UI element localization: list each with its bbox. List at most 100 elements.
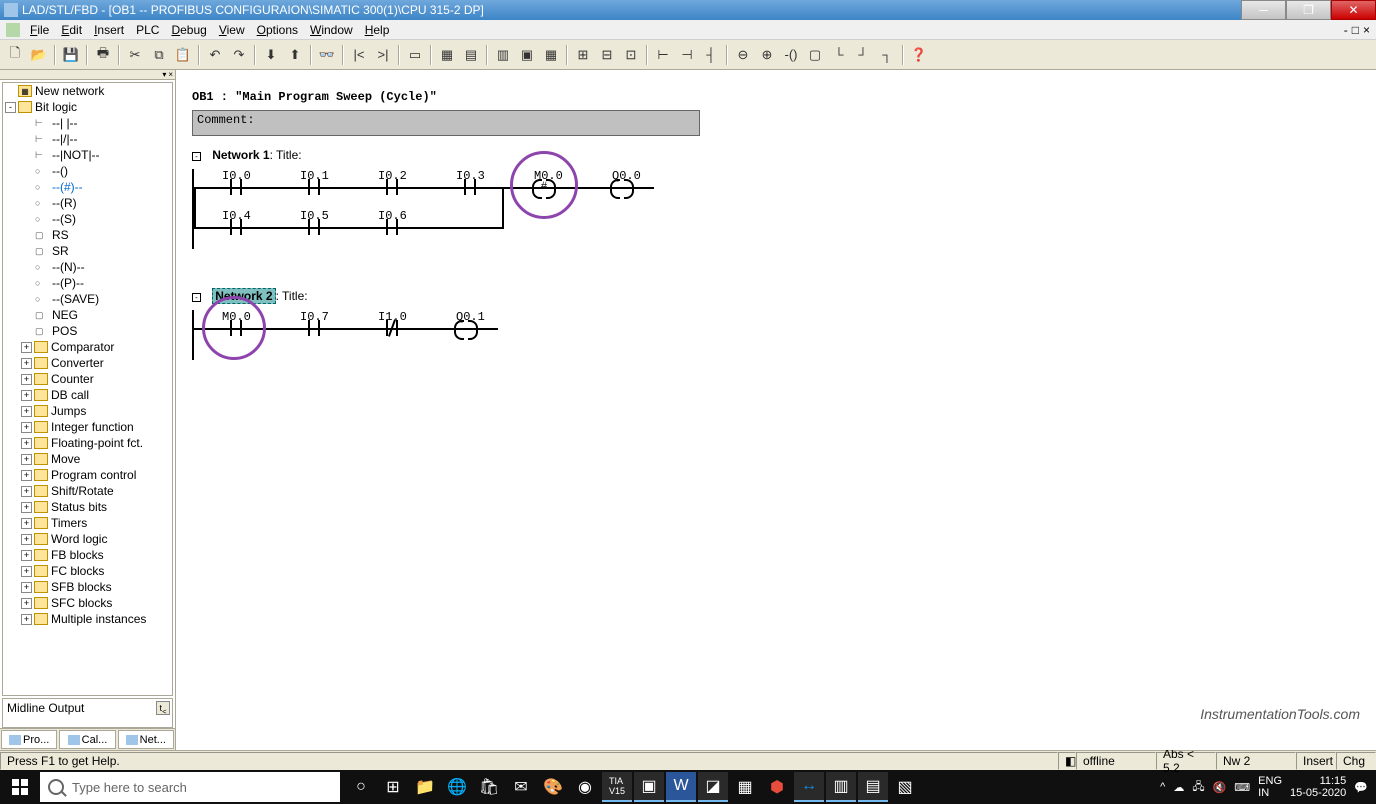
tia-icon[interactable]: TIAV15 bbox=[602, 772, 632, 802]
tree-bit-item[interactable]: ○--(P)-- bbox=[3, 275, 172, 291]
tb-download[interactable]: ⬇ bbox=[260, 44, 282, 66]
tb-view5[interactable]: ▦ bbox=[540, 44, 562, 66]
expand-icon[interactable]: + bbox=[21, 582, 32, 593]
app5-icon[interactable]: ▧ bbox=[890, 772, 920, 802]
tb-view4[interactable]: ▣ bbox=[516, 44, 538, 66]
expand-icon[interactable]: + bbox=[21, 550, 32, 561]
menu-debug[interactable]: Debug bbox=[165, 21, 212, 39]
tray-lang[interactable]: ENG IN bbox=[1258, 775, 1282, 799]
expand-icon[interactable]: + bbox=[21, 422, 32, 433]
expand-icon[interactable]: + bbox=[21, 470, 32, 481]
tab-program[interactable]: Pro... bbox=[1, 730, 57, 749]
tree-folder[interactable]: +Timers bbox=[3, 515, 172, 531]
menu-view[interactable]: View bbox=[213, 21, 251, 39]
tb-new[interactable]: 🗋 bbox=[4, 44, 26, 66]
tb-undo[interactable]: ↶ bbox=[204, 44, 226, 66]
network-2-header[interactable]: - Network 2: Title: bbox=[192, 289, 1360, 304]
app3-icon[interactable]: ▦ bbox=[730, 772, 760, 802]
tb-goto-prev[interactable]: |< bbox=[348, 44, 370, 66]
close-button[interactable]: ✕ bbox=[1331, 0, 1376, 20]
tree-bit-item[interactable]: ○--(SAVE) bbox=[3, 291, 172, 307]
sb-pin[interactable]: ▾ bbox=[162, 70, 166, 79]
tree-bit-item[interactable]: ⊢--|/|-- bbox=[3, 131, 172, 147]
expand-icon[interactable]: + bbox=[21, 342, 32, 353]
tb-open[interactable]: 📂 bbox=[28, 44, 50, 66]
tb-coil[interactable]: ⊖ bbox=[732, 44, 754, 66]
tree-bit-item[interactable]: ○--(#)-- bbox=[3, 179, 172, 195]
tb-goto-next[interactable]: >| bbox=[372, 44, 394, 66]
info-dropdown[interactable]: t< bbox=[156, 701, 170, 715]
tb-e2[interactable]: ⊟ bbox=[596, 44, 618, 66]
expand-icon[interactable]: + bbox=[21, 598, 32, 609]
teamviewer-icon[interactable]: ↔ bbox=[794, 772, 824, 802]
menu-window[interactable]: Window bbox=[304, 21, 359, 39]
tree-folder[interactable]: +Status bits bbox=[3, 499, 172, 515]
collapse-icon[interactable]: - bbox=[5, 102, 16, 113]
start-button[interactable] bbox=[0, 770, 40, 804]
tree-folder[interactable]: +FC blocks bbox=[3, 563, 172, 579]
tree-bit-item[interactable]: ⊢--| |-- bbox=[3, 115, 172, 131]
mdi-max[interactable]: □ bbox=[1352, 23, 1359, 37]
ladder-network-1[interactable]: I0.0 I0.1 I0.2 I0.3 M0.0 Q0.0 # I0.4 bbox=[192, 169, 672, 249]
store-icon[interactable]: 🛍 bbox=[474, 772, 504, 802]
tb-copy[interactable]: ⧉ bbox=[148, 44, 170, 66]
tray-onedrive-icon[interactable]: ☁ bbox=[1173, 781, 1184, 794]
expand-icon[interactable]: + bbox=[21, 454, 32, 465]
contact-i01[interactable] bbox=[302, 179, 326, 195]
tb-e1[interactable]: ⊞ bbox=[572, 44, 594, 66]
expand-icon[interactable]: + bbox=[21, 566, 32, 577]
tb-br3[interactable]: ┐ bbox=[876, 44, 898, 66]
taskview-icon[interactable]: ⊞ bbox=[378, 772, 408, 802]
contact-i10-nc[interactable] bbox=[380, 320, 404, 336]
contact-i07[interactable] bbox=[302, 320, 326, 336]
expand-icon[interactable]: + bbox=[21, 518, 32, 529]
tray-network-icon[interactable]: 🖧 bbox=[1192, 778, 1204, 797]
tree-folder[interactable]: +Jumps bbox=[3, 403, 172, 419]
tb-block[interactable]: ▭ bbox=[404, 44, 426, 66]
word-icon[interactable]: W bbox=[666, 772, 696, 802]
contact-i00[interactable] bbox=[224, 179, 248, 195]
tree-folder[interactable]: +Word logic bbox=[3, 531, 172, 547]
tray-up-icon[interactable]: ^ bbox=[1160, 781, 1165, 793]
expand-icon[interactable]: + bbox=[21, 486, 32, 497]
menu-plc[interactable]: PLC bbox=[130, 21, 165, 39]
tb-contact-nc[interactable]: ⊣ bbox=[676, 44, 698, 66]
tb-coil2[interactable]: ⊕ bbox=[756, 44, 778, 66]
expand-icon[interactable]: + bbox=[21, 390, 32, 401]
tree-new-network[interactable]: ▦ New network bbox=[3, 83, 172, 99]
coil-q01[interactable] bbox=[454, 320, 478, 336]
collapse-icon[interactable]: - bbox=[192, 152, 201, 161]
tree-folder[interactable]: +Multiple instances bbox=[3, 611, 172, 627]
tb-br2[interactable]: ┘ bbox=[852, 44, 874, 66]
tb-view1[interactable]: ▦ bbox=[436, 44, 458, 66]
tree-folder[interactable]: +Comparator bbox=[3, 339, 172, 355]
explorer-icon[interactable]: 📁 bbox=[410, 772, 440, 802]
tree-bit-logic[interactable]: - Bit logic bbox=[3, 99, 172, 115]
tree-folder[interactable]: +Converter bbox=[3, 355, 172, 371]
contact-i02[interactable] bbox=[380, 179, 404, 195]
tray-keyboard-icon[interactable]: ⌨ bbox=[1234, 781, 1250, 794]
mail-icon[interactable]: ✉ bbox=[506, 772, 536, 802]
tree-folder[interactable]: +Move bbox=[3, 451, 172, 467]
tb-cut[interactable]: ✂ bbox=[124, 44, 146, 66]
tree-bit-item[interactable]: ▢POS bbox=[3, 323, 172, 339]
app4-icon[interactable]: ▥ bbox=[826, 772, 856, 802]
tree-bit-item[interactable]: ▢RS bbox=[3, 227, 172, 243]
tree-folder[interactable]: +Floating-point fct. bbox=[3, 435, 172, 451]
tb-help[interactable]: ❓ bbox=[908, 44, 930, 66]
expand-icon[interactable]: + bbox=[21, 502, 32, 513]
contact-i03[interactable] bbox=[458, 179, 482, 195]
tree-folder[interactable]: +Counter bbox=[3, 371, 172, 387]
collapse-icon[interactable]: - bbox=[192, 293, 201, 302]
tab-net[interactable]: Net... bbox=[118, 730, 174, 749]
comment-box[interactable]: Comment: bbox=[192, 110, 700, 136]
tb-e3[interactable]: ⊡ bbox=[620, 44, 642, 66]
tree-bit-item[interactable]: ○--(R) bbox=[3, 195, 172, 211]
tree-bit-item[interactable]: ▢NEG bbox=[3, 307, 172, 323]
contact-i06[interactable] bbox=[380, 219, 404, 235]
tray-clock[interactable]: 11:15 15-05-2020 bbox=[1290, 775, 1346, 799]
tb-box2[interactable]: ▢ bbox=[804, 44, 826, 66]
maximize-button[interactable]: ❐ bbox=[1286, 0, 1331, 20]
tb-paste[interactable]: 📋 bbox=[172, 44, 194, 66]
tree-folder[interactable]: +Integer function bbox=[3, 419, 172, 435]
